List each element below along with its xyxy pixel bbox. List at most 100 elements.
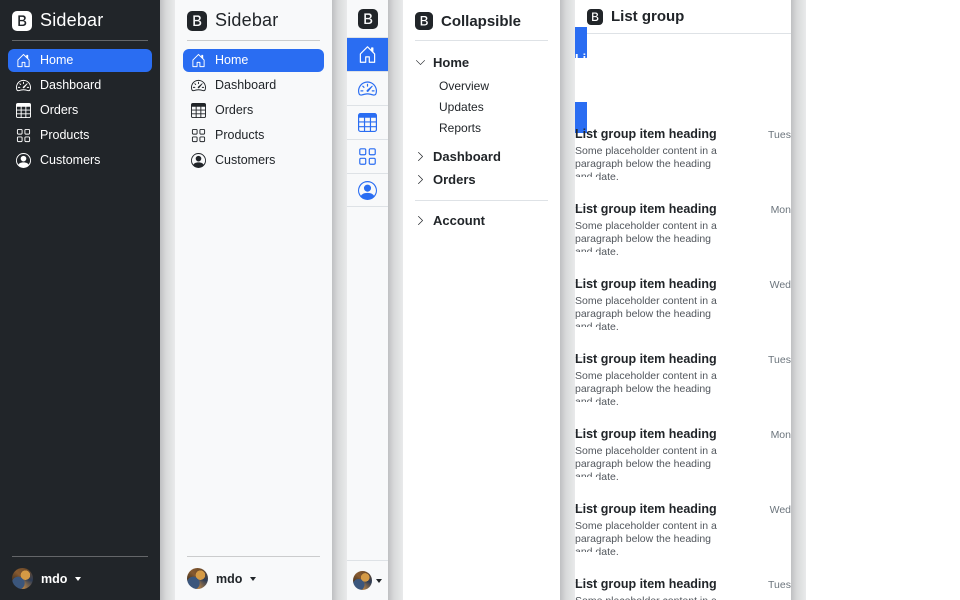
list-group-title: List group [611, 8, 684, 25]
speedometer-icon [358, 79, 377, 98]
chevron-right-icon [415, 174, 426, 185]
caret-down-icon [250, 577, 256, 581]
list-group-item[interactable]: List group item headingMonSome placehold… [575, 402, 791, 508]
list-group-brand-link[interactable]: List group [575, 0, 791, 34]
list-item-date: Tues [768, 129, 791, 141]
tree-divider [415, 200, 548, 201]
sidebar-item-label: Products [215, 128, 264, 143]
icon-sidebar-item-table[interactable] [347, 105, 388, 139]
sidebar-item-label: Orders [215, 103, 253, 118]
sidebar-item-label: Orders [40, 103, 78, 118]
icon-sidebar-item-grid[interactable] [347, 139, 388, 173]
list-item-heading: List group item heading [575, 52, 717, 67]
user-name: mdo [41, 572, 67, 586]
icon-sidebar-brand-link[interactable] [347, 0, 388, 37]
sidebar-item-label: Dashboard [215, 78, 276, 93]
sidebar-item-orders[interactable]: Orders [8, 99, 152, 122]
grid-icon [16, 128, 31, 143]
list-item-heading: List group item heading [575, 277, 717, 292]
table-icon [358, 113, 377, 132]
collapse-children: OverviewUpdatesReports [415, 74, 548, 145]
collapsible-brand-link[interactable]: Collapsible [415, 10, 548, 41]
column-divider [791, 0, 806, 600]
sidebar-item-products[interactable]: Products [183, 124, 324, 147]
list-item-date: Wed [770, 54, 791, 66]
collapsible-nav: HomeOverviewUpdatesReports Dashboard Order… [415, 51, 548, 232]
user-avatar [12, 568, 33, 589]
chevron-right-icon [415, 57, 426, 68]
sidebar-divider [187, 40, 320, 41]
sidebar-item-products[interactable]: Products [8, 124, 152, 147]
list-group-item[interactable]: List group item headingMonSome placehold… [575, 177, 791, 283]
sidebar-divider [12, 40, 148, 41]
icon-sidebar-item-home[interactable] [347, 37, 388, 71]
bootstrap-logo-icon [358, 9, 378, 29]
list-group-item[interactable]: List group item headingWedSome placehold… [575, 477, 791, 583]
list-group-item[interactable]: List group item headingTuesSome placehol… [575, 552, 791, 600]
person-circle-icon [191, 153, 206, 168]
list-group-item[interactable]: List group item headingWedSome placehold… [575, 27, 791, 133]
list-item-date: Tues [768, 579, 791, 591]
sidebar-item-label: Products [40, 128, 89, 143]
list-group: List group item heading Wed Some placehold… [575, 34, 791, 600]
list-item-header-row: List group item headingTues [575, 352, 791, 367]
list-item-body: Some placeholder content in a paragraph … [575, 595, 727, 600]
user-avatar [187, 568, 208, 589]
sidebar-item-label: Customers [215, 153, 275, 168]
person-circle-icon [16, 153, 31, 168]
tree-child-overview[interactable]: Overview [415, 75, 548, 96]
user-dropdown-icons[interactable] [347, 560, 388, 600]
collapse-toggle-dashboard[interactable]: Dashboard [415, 145, 548, 168]
grid-icon [358, 147, 377, 166]
spacer [347, 207, 388, 560]
person-circle-icon [358, 181, 377, 200]
list-item-header-row: List group item heading Tues [575, 127, 791, 142]
home-icon [16, 53, 31, 68]
collapse-toggle-orders[interactable]: Orders [415, 168, 548, 191]
collapse-toggle-account[interactable]: Account [415, 209, 548, 232]
list-group-item[interactable]: List group item headingWedSome placehold… [575, 252, 791, 358]
column-divider [388, 0, 403, 600]
page-background [806, 0, 960, 600]
light-sidebar: Sidebar Home Dashboard Orders Products Custo… [175, 0, 332, 600]
sidebar-item-customers[interactable]: Customers [183, 149, 324, 172]
tree-child-updates[interactable]: Updates [415, 96, 548, 117]
icon-sidebar-item-person-circle[interactable] [347, 173, 388, 207]
speedometer-icon [16, 78, 31, 93]
sidebar-item-orders[interactable]: Orders [183, 99, 324, 122]
list-group-item[interactable]: List group item headingTuesSome placehol… [575, 102, 791, 208]
table-icon [16, 103, 31, 118]
speedometer-icon [191, 78, 206, 93]
user-dropdown-dark[interactable]: mdo [0, 557, 160, 600]
icon-sidebar-item-speedometer[interactable] [347, 71, 388, 105]
list-group-item[interactable]: List group item headingTuesSome placehol… [575, 327, 791, 433]
tree-child-reports[interactable]: Reports [415, 117, 548, 138]
dark-sidebar-brand-link[interactable]: Sidebar [0, 0, 160, 40]
collapsible-brand-title: Collapsible [441, 13, 521, 30]
table-icon [191, 103, 206, 118]
sidebar-item-dashboard[interactable]: Dashboard [8, 74, 152, 97]
chevron-right-icon [415, 151, 426, 162]
list-item-heading: List group item heading [575, 427, 717, 442]
sidebar-item-home[interactable]: Home [183, 49, 324, 72]
user-dropdown-light[interactable]: mdo [175, 557, 332, 600]
collapse-toggle-label: Account [433, 213, 485, 228]
collapse-toggle-label: Dashboard [433, 149, 501, 164]
collapsible-sidebar: Collapsible HomeOverviewUpdatesReports Da… [403, 0, 560, 600]
sidebar-item-dashboard[interactable]: Dashboard [183, 74, 324, 97]
bootstrap-sidebars-examples: Sidebar HomeDashboardOrdersProductsCusto… [0, 0, 960, 600]
icon-sidebar-nav [347, 37, 388, 207]
spacer [175, 172, 332, 556]
sidebar-item-customers[interactable]: Customers [8, 149, 152, 172]
collapse-toggle-label: Orders [433, 172, 476, 187]
user-avatar [353, 571, 372, 590]
light-sidebar-brand-link[interactable]: Sidebar [175, 0, 332, 40]
list-item-heading: List group item heading [575, 202, 717, 217]
icon-sidebar [347, 0, 388, 600]
collapse-toggle-home[interactable]: Home [415, 51, 548, 74]
sidebar-item-home[interactable]: Home [8, 49, 152, 72]
spacer [0, 172, 160, 556]
light-sidebar-brand-title: Sidebar [215, 10, 278, 31]
bootstrap-logo-icon [415, 12, 433, 30]
list-item-heading: List group item heading [575, 127, 717, 142]
